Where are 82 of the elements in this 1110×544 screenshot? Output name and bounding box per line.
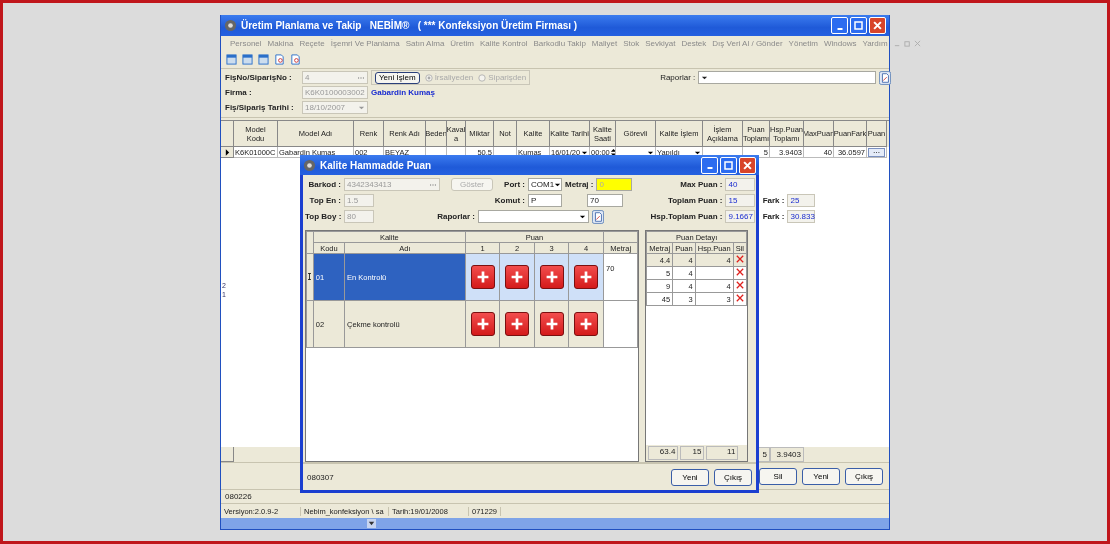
delete-icon[interactable] — [735, 294, 744, 302]
scroll-down-icon[interactable] — [367, 519, 376, 528]
new-process-button[interactable]: Yeni İşlem — [375, 71, 420, 84]
field-label: Raporlar : — [660, 73, 696, 82]
total-cell: 11 — [706, 446, 739, 460]
field-label: Raporlar : — [436, 212, 475, 221]
add-point-button[interactable] — [574, 312, 599, 336]
field-label: Toplam Puan : — [666, 196, 723, 205]
field-label: Firma : — [225, 88, 253, 97]
maximize-icon — [724, 160, 733, 170]
window-icon[interactable] — [258, 54, 269, 65]
caret-icon[interactable] — [701, 74, 709, 81]
difference-field: 30.833 — [787, 210, 816, 223]
status-text: 080226 — [225, 492, 252, 501]
spinner-icon[interactable] — [609, 148, 615, 156]
radio-icon[interactable] — [424, 73, 433, 82]
field-label: Metraj : — [565, 180, 594, 189]
value-field[interactable]: 70 — [587, 194, 623, 207]
window-title: Üretim Planlama ve Takip NEBİM® ( *** Konfeksiyon Üretim Firması ) — [241, 20, 579, 31]
status-text: 080307 — [307, 472, 334, 482]
report-icon[interactable] — [592, 209, 604, 224]
add-point-button[interactable] — [505, 265, 530, 289]
document-icon[interactable] — [274, 54, 285, 65]
minimize-icon — [706, 167, 713, 169]
total-cell: 15 — [680, 446, 705, 460]
app-icon — [224, 19, 237, 32]
close-icon — [743, 160, 752, 170]
radio-icon[interactable] — [478, 73, 487, 82]
action-button[interactable]: Yeni — [671, 468, 709, 486]
command-field[interactable]: P — [528, 194, 562, 207]
document-icon[interactable] — [290, 54, 301, 65]
delete-icon[interactable] — [735, 281, 744, 289]
field-label: Barkod : — [307, 180, 341, 189]
minimize-button[interactable] — [701, 156, 718, 174]
close-button[interactable] — [739, 156, 756, 174]
dialog-title: Kalite Hammadde Puan — [320, 159, 433, 171]
close-button[interactable] — [869, 17, 886, 34]
maximize-button[interactable] — [720, 156, 737, 174]
calc-total-field: 9.1667 — [725, 210, 756, 223]
row-cursor-icon — [308, 272, 312, 280]
add-point-button[interactable] — [470, 312, 495, 336]
close-icon — [873, 21, 882, 30]
field-label: FişNo/SiparişNo : — [225, 73, 293, 82]
add-point-button[interactable] — [539, 265, 564, 289]
field-label: Port : — [503, 180, 525, 189]
difference-field: 25 — [787, 194, 816, 207]
field-label: Fark : — [761, 212, 785, 221]
window-icon[interactable] — [242, 54, 253, 65]
action-button[interactable]: Çıkış — [714, 468, 752, 486]
action-button[interactable]: Yeni — [802, 467, 840, 485]
field-label: Top Boy : — [305, 212, 341, 221]
field-label: Fark : — [761, 196, 785, 205]
total-cell: 3.9403 — [776, 450, 801, 459]
company-name: Gabardin Kumaş — [371, 88, 435, 97]
app-icon — [303, 158, 316, 172]
field-label: Fiş/Sipariş Tarihi : — [225, 103, 295, 112]
field-label: Max Puan : — [679, 180, 723, 189]
report-icon[interactable] — [879, 70, 892, 85]
minimize-icon — [836, 27, 843, 30]
delete-icon[interactable] — [735, 255, 744, 263]
add-point-button[interactable] — [574, 265, 599, 289]
total-cell: 5 — [762, 450, 767, 459]
horizontal-scrollbar[interactable] — [221, 518, 889, 529]
max-points-field: 40 — [725, 178, 756, 191]
caret-icon[interactable] — [554, 181, 562, 188]
maximize-button[interactable] — [850, 17, 867, 34]
caret-icon[interactable] — [579, 213, 586, 220]
add-point-button[interactable] — [539, 312, 564, 336]
total-cell: 63.4 — [648, 446, 679, 460]
add-point-button[interactable] — [505, 312, 530, 336]
add-point-button[interactable] — [470, 265, 495, 289]
window-icon[interactable] — [226, 54, 237, 65]
action-button[interactable]: Sil — [759, 467, 797, 485]
delete-icon[interactable] — [735, 268, 744, 276]
field-label: Komut : — [493, 196, 525, 205]
maximize-icon — [854, 21, 863, 30]
port-dropdown[interactable]: COM1 — [528, 178, 562, 191]
action-button[interactable]: Çıkış — [845, 467, 883, 485]
field-label: Top En : — [308, 196, 341, 205]
total-points-field: 15 — [725, 194, 756, 207]
field-label: Hsp.Toplam Puan : — [649, 212, 723, 221]
minimize-button[interactable] — [831, 17, 848, 34]
